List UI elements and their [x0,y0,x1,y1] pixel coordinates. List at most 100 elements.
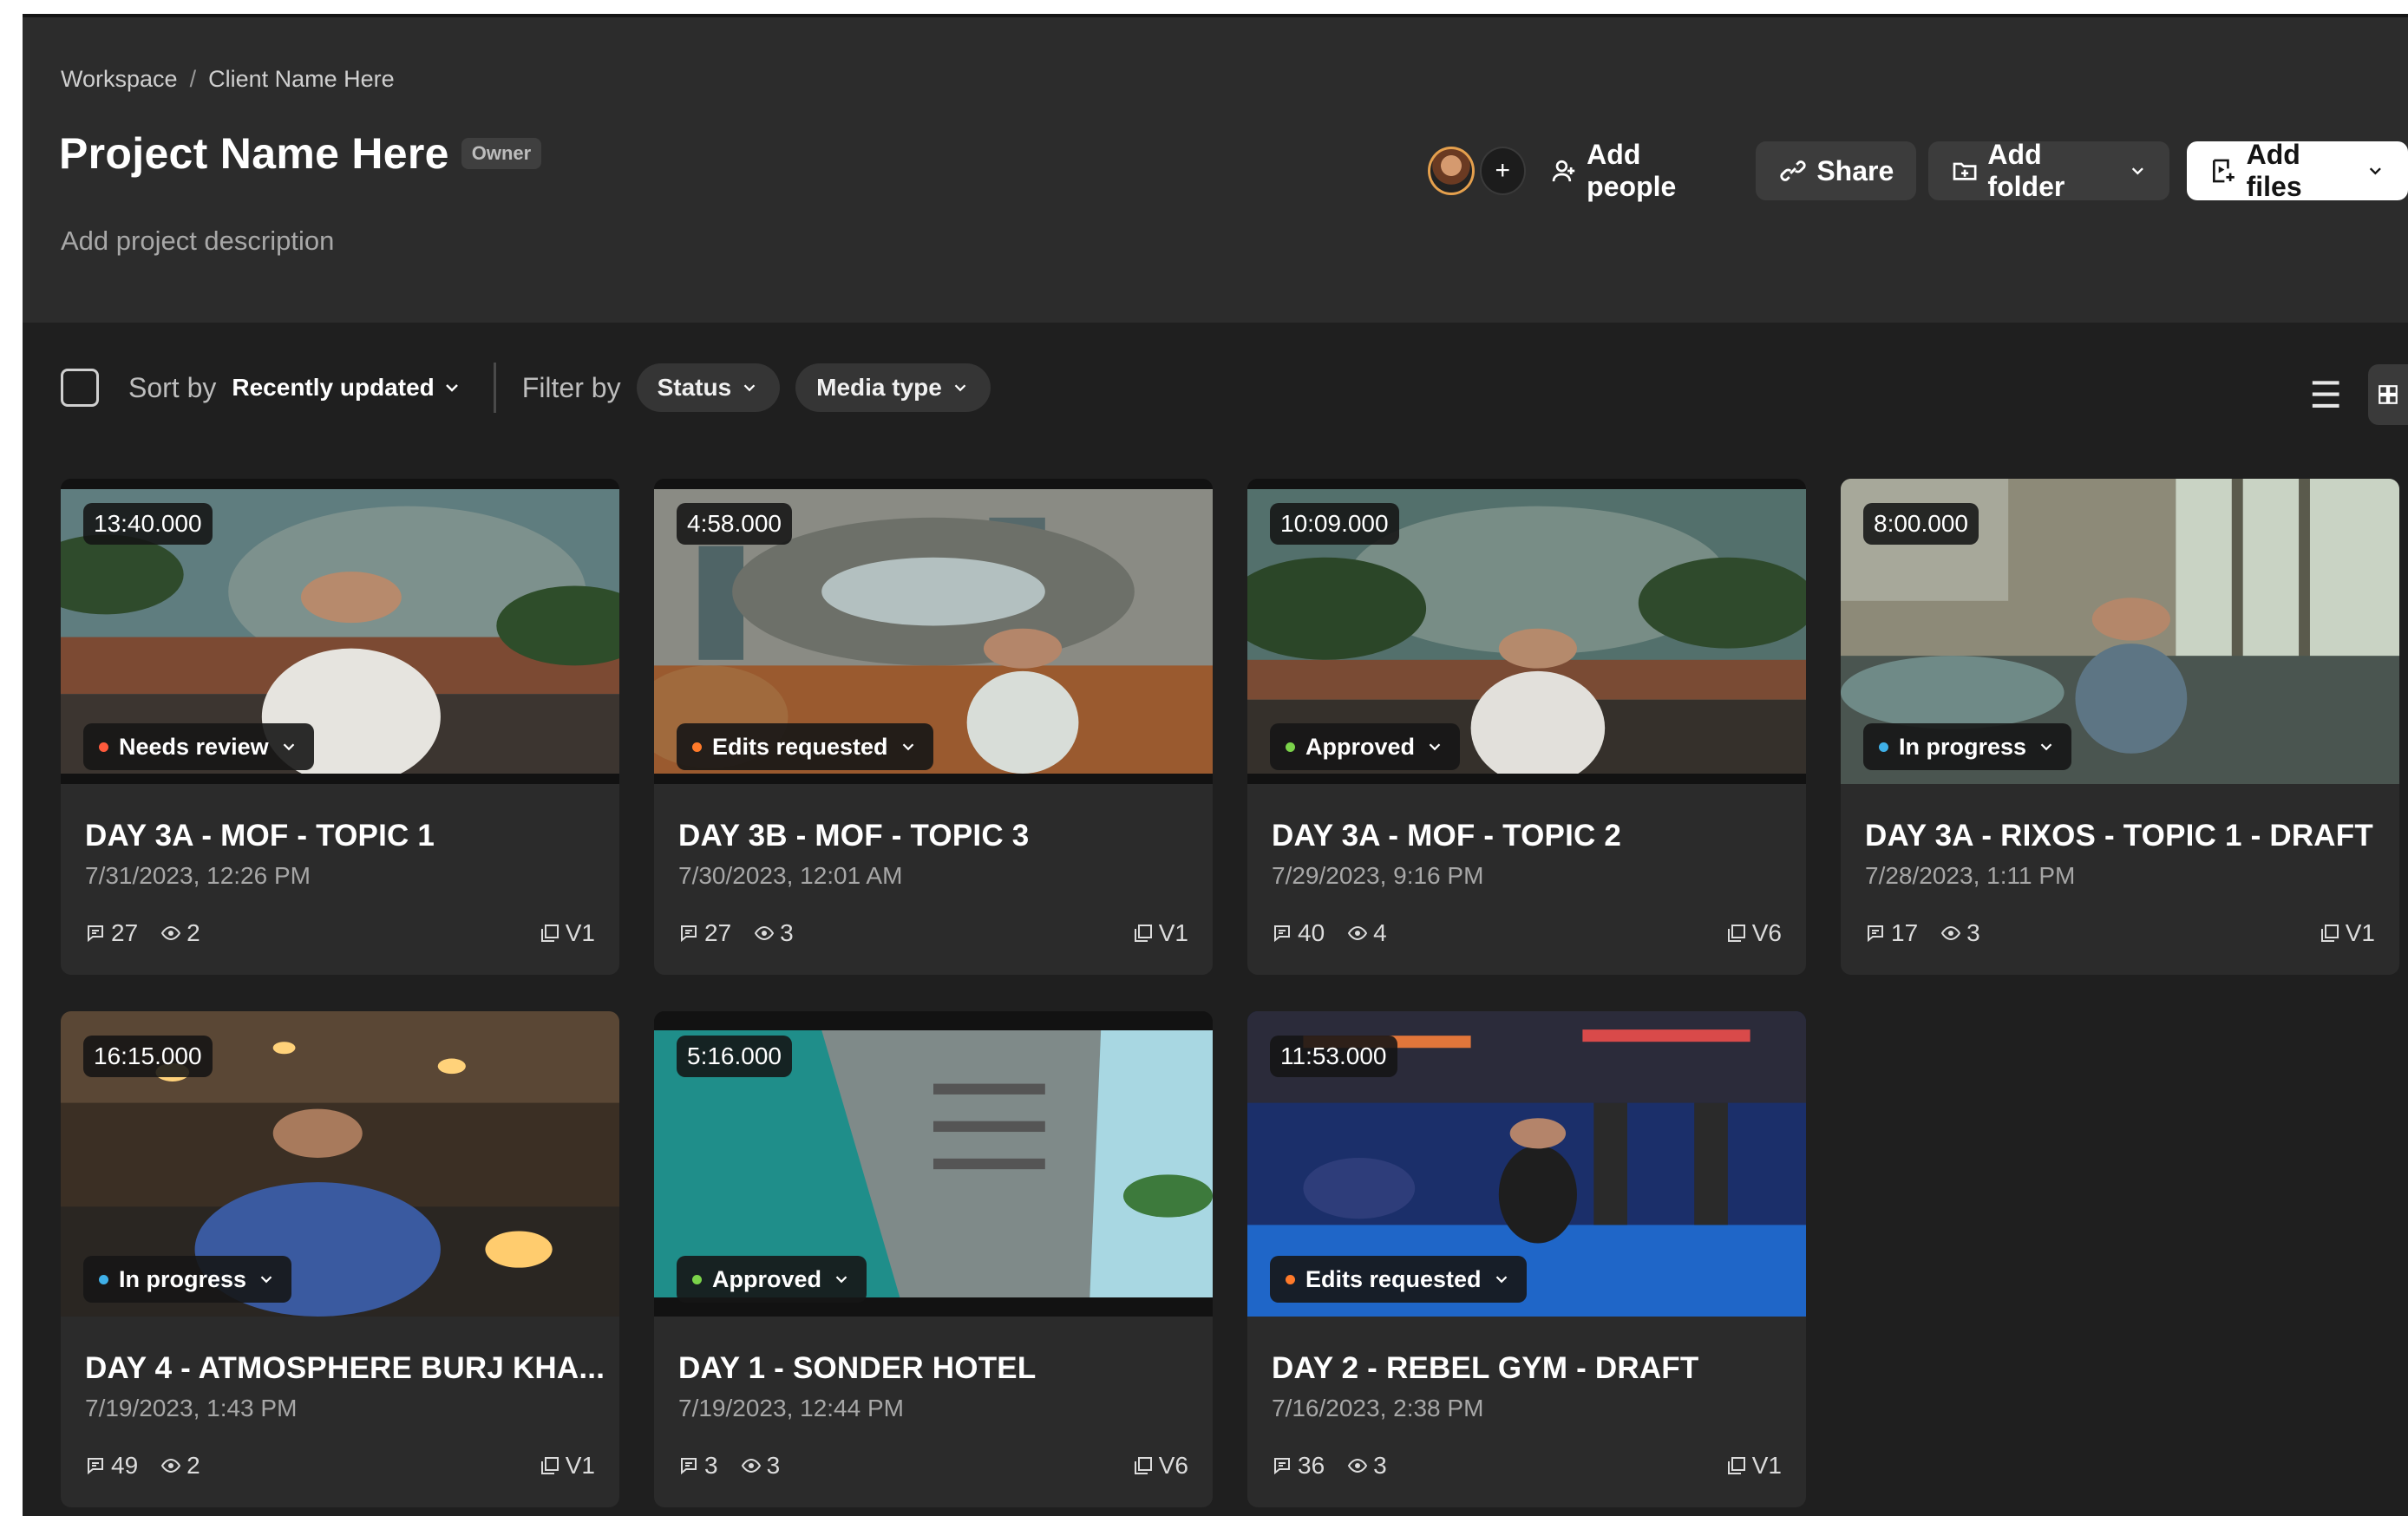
grid-view-icon [2379,385,2398,404]
add-people-button[interactable]: Add people [1536,139,1744,202]
asset-card[interactable]: 10:09.000 Approved DAY 3A - MOF - TOPIC … [1247,479,1806,975]
status-dropdown[interactable]: Approved [677,1256,867,1303]
chevron-down-icon [2040,743,2052,751]
video-thumbnail[interactable]: 16:15.000 In progress [61,1011,619,1317]
asset-card[interactable]: 16:15.000 In progress DAY 4 - ATMOSPHERE… [61,1011,619,1507]
add-files-label: Add files [2246,139,2302,202]
duration-badge: 13:40.000 [83,503,213,545]
role-badge: Owner [461,138,542,169]
sort-dropdown[interactable]: Recently updated [232,374,461,402]
invite-plus-button[interactable]: + [1479,147,1526,195]
version-stack[interactable]: V1 [1726,1452,1782,1480]
share-button[interactable]: Share [1756,141,1917,200]
comment-icon [88,1458,103,1475]
asset-card[interactable]: 11:53.000 Edits requested DAY 2 - REBEL … [1247,1011,1806,1507]
sort-filter-toolbar: Sort by Recently updated Filter by Statu… [23,349,2408,427]
version-stack[interactable]: V1 [1133,919,1188,947]
asset-title[interactable]: DAY 3B - MOF - TOPIC 3 [678,819,1029,853]
asset-info: DAY 3A - MOF - TOPIC 2 7/29/2023, 9:16 P… [1247,784,1806,975]
comment-count: 40 [1298,919,1325,946]
asset-stats: 17 3 [1865,919,1980,947]
versions-icon [2320,925,2339,942]
asset-card[interactable]: 13:40.000 Needs review DAY 3A - MOF - TO… [61,479,619,975]
asset-card[interactable]: 4:58.000 Edits requested DAY 3B - MOF - … [654,479,1213,975]
chevron-down-icon [260,1276,272,1284]
status-dot [1879,742,1888,752]
letterbox-bar [1247,479,1806,489]
project-header: Workspace / Client Name Here Project Nam… [23,17,2408,323]
add-files-button[interactable]: Add files [2187,139,2408,202]
folder-add-icon [1953,162,1977,180]
asset-title[interactable]: DAY 3A - MOF - TOPIC 2 [1272,819,1621,853]
asset-card[interactable]: 8:00.000 In progress DAY 3A - RIXOS - TO… [1841,479,2399,975]
status-dropdown[interactable]: In progress [83,1256,292,1303]
status-dot [1286,1274,1295,1284]
versions-icon [1134,925,1152,942]
version-stack[interactable]: V1 [540,919,595,947]
avatar[interactable] [1428,147,1475,195]
breadcrumb-client[interactable]: Client Name Here [208,66,395,93]
chevron-down-icon [902,743,913,751]
breadcrumb: Workspace / Client Name Here [61,66,395,93]
add-folder-button[interactable]: Add folder [1928,139,2170,202]
add-people-label: Add people [1587,139,1677,202]
media-type-filter[interactable]: Media type [795,363,991,412]
asset-stats: 27 2 [85,919,200,947]
status-dropdown[interactable]: In progress [1863,723,2072,770]
asset-stats: 36 3 [1272,1452,1387,1480]
status-dot [99,742,108,752]
comment-count: 27 [111,919,139,946]
asset-title[interactable]: DAY 3A - RIXOS - TOPIC 1 - DRAFT [1865,819,2373,853]
status-dot [99,1274,108,1284]
asset-title[interactable]: DAY 3A - MOF - TOPIC 1 [85,819,435,853]
comment-icon [88,925,103,943]
version-stack[interactable]: V1 [2320,919,2375,947]
page-title[interactable]: Project Name Here [59,128,449,179]
status-dropdown[interactable]: Needs review [83,723,314,770]
video-thumbnail[interactable]: 11:53.000 Edits requested [1247,1011,1806,1317]
video-thumbnail[interactable]: 4:58.000 Edits requested [654,479,1213,784]
list-view-icon[interactable]: ☰ [2309,374,2342,416]
asset-info: DAY 2 - REBEL GYM - DRAFT 7/16/2023, 2:3… [1247,1317,1806,1507]
status-dropdown[interactable]: Edits requested [677,723,933,770]
status-dropdown[interactable]: Edits requested [1270,1256,1527,1303]
toolbar-divider [493,363,496,413]
grid-view-button[interactable] [2368,364,2408,425]
breadcrumb-workspace[interactable]: Workspace [61,66,178,93]
version-stack[interactable]: V6 [1726,919,1782,947]
asset-title[interactable]: DAY 1 - SONDER HOTEL [678,1351,1036,1386]
asset-date: 7/19/2023, 12:44 PM [678,1395,904,1421]
media-type-filter-label: Media type [816,374,942,401]
video-thumbnail[interactable]: 5:16.000 Approved [654,1011,1213,1317]
duration-badge: 11:53.000 [1270,1036,1397,1077]
duration-badge: 8:00.000 [1863,503,1979,545]
versions-icon [540,925,559,942]
status-dropdown[interactable]: Approved [1270,723,1461,770]
video-thumbnail[interactable]: 13:40.000 Needs review [61,479,619,784]
view-count: 4 [1373,919,1387,946]
version-stack[interactable]: V1 [540,1452,595,1480]
video-thumbnail[interactable]: 8:00.000 In progress [1841,479,2399,784]
asset-card[interactable]: 5:16.000 Approved DAY 1 - SONDER HOTEL 7… [654,1011,1213,1507]
asset-title[interactable]: DAY 2 - REBEL GYM - DRAFT [1272,1351,1698,1386]
comment-count: 17 [1891,919,1919,946]
share-label: Share [1816,154,1894,186]
view-count: 3 [1373,1452,1387,1479]
chevron-down-icon [2370,167,2382,175]
chevron-down-icon [743,384,756,392]
versions-icon [1727,925,1745,942]
project-description[interactable]: Add project description [61,225,334,257]
asset-title[interactable]: DAY 4 - ATMOSPHERE BURJ KHA... [85,1351,605,1386]
versions-icon [1727,1457,1745,1474]
version-stack[interactable]: V6 [1133,1452,1188,1480]
comment-count: 27 [704,919,732,946]
status-filter[interactable]: Status [636,363,781,412]
select-all-checkbox[interactable] [61,369,99,407]
status-label: Edits requested [1305,1265,1482,1292]
video-thumbnail[interactable]: 10:09.000 Approved [1247,479,1806,784]
comment-count: 49 [111,1452,139,1479]
eye-icon [755,925,775,941]
letterbox-bar [654,479,1213,489]
status-label: Approved [1305,733,1416,760]
letterbox-bar [1247,774,1806,784]
